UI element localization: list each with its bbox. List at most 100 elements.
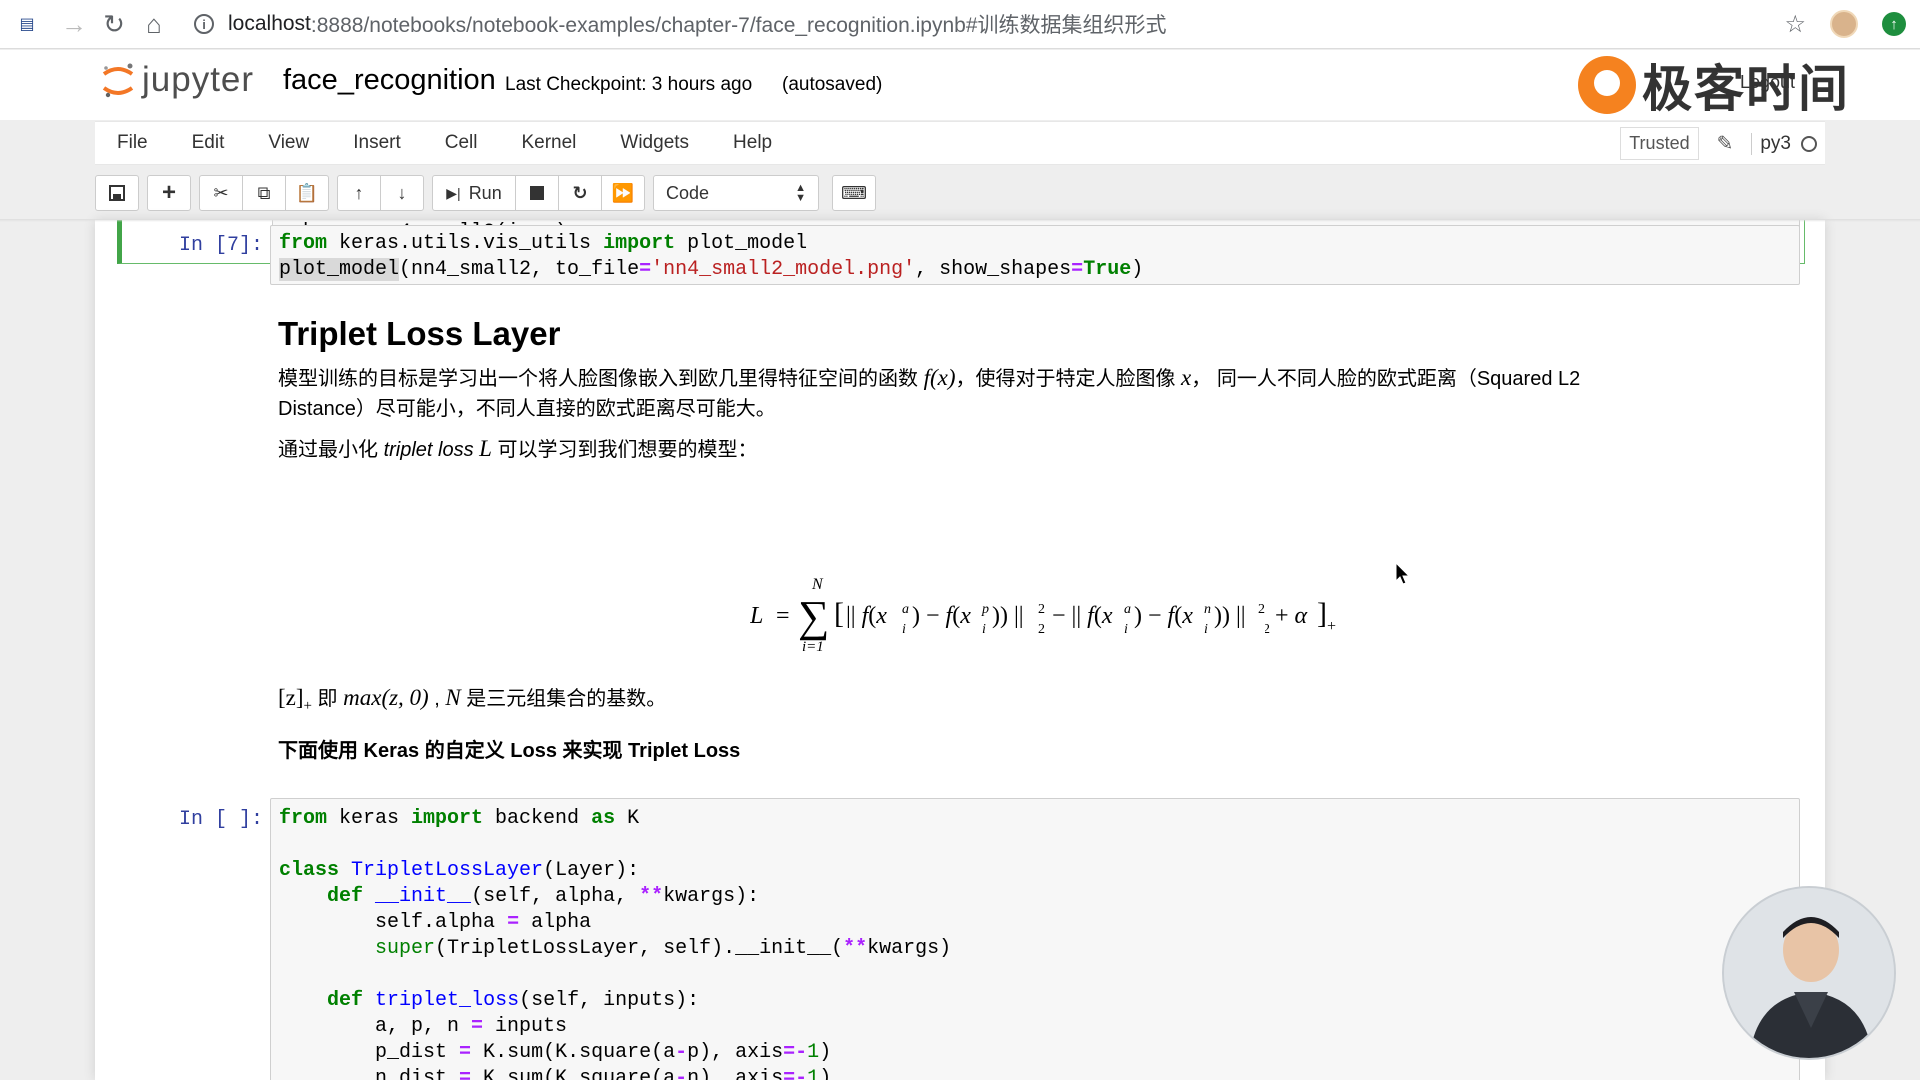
code-line: super(TripletLossLayer, self).__init__(*… (375, 937, 952, 960)
update-icon[interactable]: ↑ (1882, 12, 1906, 36)
run-label: Run (468, 182, 502, 203)
move-up-icon[interactable]: ↑ (337, 175, 381, 211)
triplet-loss-formula: L = N ∑ i=1 [ || f(x i a ) − f(x i p )) … (750, 576, 1265, 655)
markdown-paragraph: 模型训练的目标是学习出一个将人脸图像嵌入到欧几里得特征空间的函数 f(x)，使得… (278, 363, 1580, 424)
svg-text:) − f(x: ) − f(x (1134, 603, 1193, 629)
save-icon[interactable] (95, 175, 139, 211)
presenter-figure (1724, 888, 1894, 1058)
menu-view[interactable]: View (246, 132, 331, 154)
svg-text:i: i (902, 622, 906, 637)
url-path: :8888/notebooks/notebook-examples/chapte… (310, 14, 1167, 37)
formula-sum-top: N (811, 576, 824, 593)
notebook-container: emb_n = nn4_small2(in_n) In [7]: from ke… (95, 220, 1825, 1080)
formula-equals: = (776, 603, 790, 629)
kernel-name: py3 (1751, 132, 1791, 155)
url-host: localhost (228, 12, 311, 35)
svg-text:n: n (1204, 602, 1211, 617)
copy-icon[interactable]: ⧉ (242, 175, 286, 211)
svg-text:a: a (1124, 602, 1131, 617)
markdown-paragraph: [z]+ 即 max(z, 0) , N 是三元组集合的基数。 (278, 683, 666, 721)
text: 模型训练的目标是学习出一个将人脸图像嵌入到欧几里得特征空间的函数 (278, 368, 924, 390)
text: 可以学习到我们想要的模型： (491, 439, 758, 461)
code-line: def triplet_loss(self, inputs): (327, 989, 700, 1012)
string-literal: 'nn4_small2_model.png' (651, 258, 916, 281)
geek-time-watermark: 极客时间 (1578, 50, 1850, 120)
svg-text:]: ] (1317, 597, 1327, 630)
markdown-heading: Triplet Loss Layer (278, 315, 561, 352)
extension-icon[interactable]: ▤ (0, 4, 54, 44)
math-inline: f(x) (923, 365, 956, 390)
math-inline: max(z, 0) (343, 685, 429, 710)
menu-widgets[interactable]: Widgets (598, 132, 711, 154)
svg-text:)) ||: )) || (1214, 603, 1246, 629)
math-inline: [z] (278, 685, 304, 710)
code-line: p_dist = K.sum(K.square(a-p), axis=-1) (279, 1041, 832, 1064)
run-button[interactable]: ▶| Run (432, 175, 516, 211)
move-down-icon[interactable]: ↓ (380, 175, 424, 211)
svg-text:− || f(x: − || f(x (1052, 603, 1113, 629)
kernel-status-icon (1801, 135, 1817, 152)
code-line: a, p, n = inputs (279, 1015, 568, 1038)
jupyter-logo-text: jupyter (142, 60, 255, 99)
jupyter-logo[interactable]: jupyter (100, 60, 254, 100)
formula-bracket-left: [ (834, 597, 844, 630)
text: 即 (312, 688, 344, 710)
operator: = (639, 258, 652, 281)
svg-text:+: + (1327, 618, 1336, 635)
menu-insert[interactable]: Insert (331, 132, 423, 154)
forward-arrow-icon[interactable]: → (54, 4, 94, 44)
notebook-name[interactable]: face_recognition (283, 64, 496, 97)
svg-text:2: 2 (1038, 602, 1045, 617)
math-inline: L (479, 436, 492, 461)
svg-text:2: 2 (1265, 622, 1270, 637)
formula-sum-sign: ∑ (798, 592, 829, 641)
text: ，使得对于特定人脸图像 (955, 368, 1182, 390)
restart-icon[interactable]: ↻ (558, 175, 602, 211)
svg-text:i: i (1204, 622, 1208, 637)
profile-avatar[interactable] (1830, 10, 1858, 38)
math-subscript: + (303, 698, 312, 714)
svg-text:+ α: + α (1275, 603, 1308, 629)
code-line: plot_model(nn4_small2, to_file='nn4_smal… (279, 257, 1143, 283)
markdown-paragraph: 通过最小化 triplet loss L 可以学习到我们想要的模型： (278, 434, 758, 465)
stop-icon[interactable] (515, 175, 559, 211)
home-icon[interactable]: ⌂ (134, 4, 174, 44)
menu-kernel[interactable]: Kernel (499, 132, 598, 154)
menu-edit[interactable]: Edit (170, 132, 247, 154)
operator: = (1071, 258, 1084, 281)
pencil-icon[interactable]: ✎ (1709, 131, 1742, 156)
address-bar[interactable]: i localhost:8888/notebooks/notebook-exam… (194, 9, 1784, 39)
code-text: , show_shapes (915, 258, 1072, 281)
menu-cell[interactable]: Cell (423, 132, 500, 154)
formula-sum-bottom: i=1 (802, 639, 824, 655)
cell-type-select[interactable]: Code ▲ ▼ (653, 175, 819, 211)
code-line: class TripletLossLayer(Layer): (279, 859, 640, 882)
code-text: plot_model (279, 258, 400, 281)
insert-cell-icon[interactable]: + (147, 175, 191, 211)
text: 是三元组集合的基数。 (460, 688, 667, 710)
trusted-indicator[interactable]: Trusted (1620, 127, 1699, 160)
fast-forward-icon[interactable]: ⏩ (601, 175, 645, 211)
math-inline: N (445, 685, 461, 710)
checkpoint-status: Last Checkpoint: 3 hours ago (505, 74, 753, 95)
math-inline: x (1181, 365, 1192, 390)
svg-text:p: p (981, 602, 989, 617)
svg-text:2: 2 (1258, 602, 1265, 617)
menu-file[interactable]: File (95, 132, 170, 154)
keyboard-icon[interactable]: ⌨ (832, 175, 876, 211)
reload-icon[interactable]: ↻ (94, 4, 134, 44)
cut-icon[interactable]: ✂ (199, 175, 243, 211)
notebook-toolbar: + ✂ ⧉ 📋 ↑ ↓ ▶| Run ↻ ⏩ Code ▲ ▼ ⌨ (95, 174, 876, 212)
code-text: plot_model (675, 232, 808, 255)
browser-toolbar: ▤ → ↻ ⌂ i localhost:8888/notebooks/noteb… (0, 0, 1920, 49)
code-text: keras.utils.vis_utils (327, 232, 604, 255)
bookmark-star-icon[interactable]: ☆ (1784, 10, 1806, 39)
code-line: self.alpha = alpha (279, 911, 592, 934)
menu-help[interactable]: Help (711, 132, 794, 154)
select-arrows-icon: ▲ ▼ (795, 182, 806, 204)
logout-button[interactable]: Logout (1740, 72, 1795, 93)
keyword: True (1083, 258, 1132, 281)
run-icon: ▶| (446, 184, 461, 201)
paste-icon[interactable]: 📋 (285, 175, 329, 211)
info-icon[interactable]: i (194, 14, 214, 34)
